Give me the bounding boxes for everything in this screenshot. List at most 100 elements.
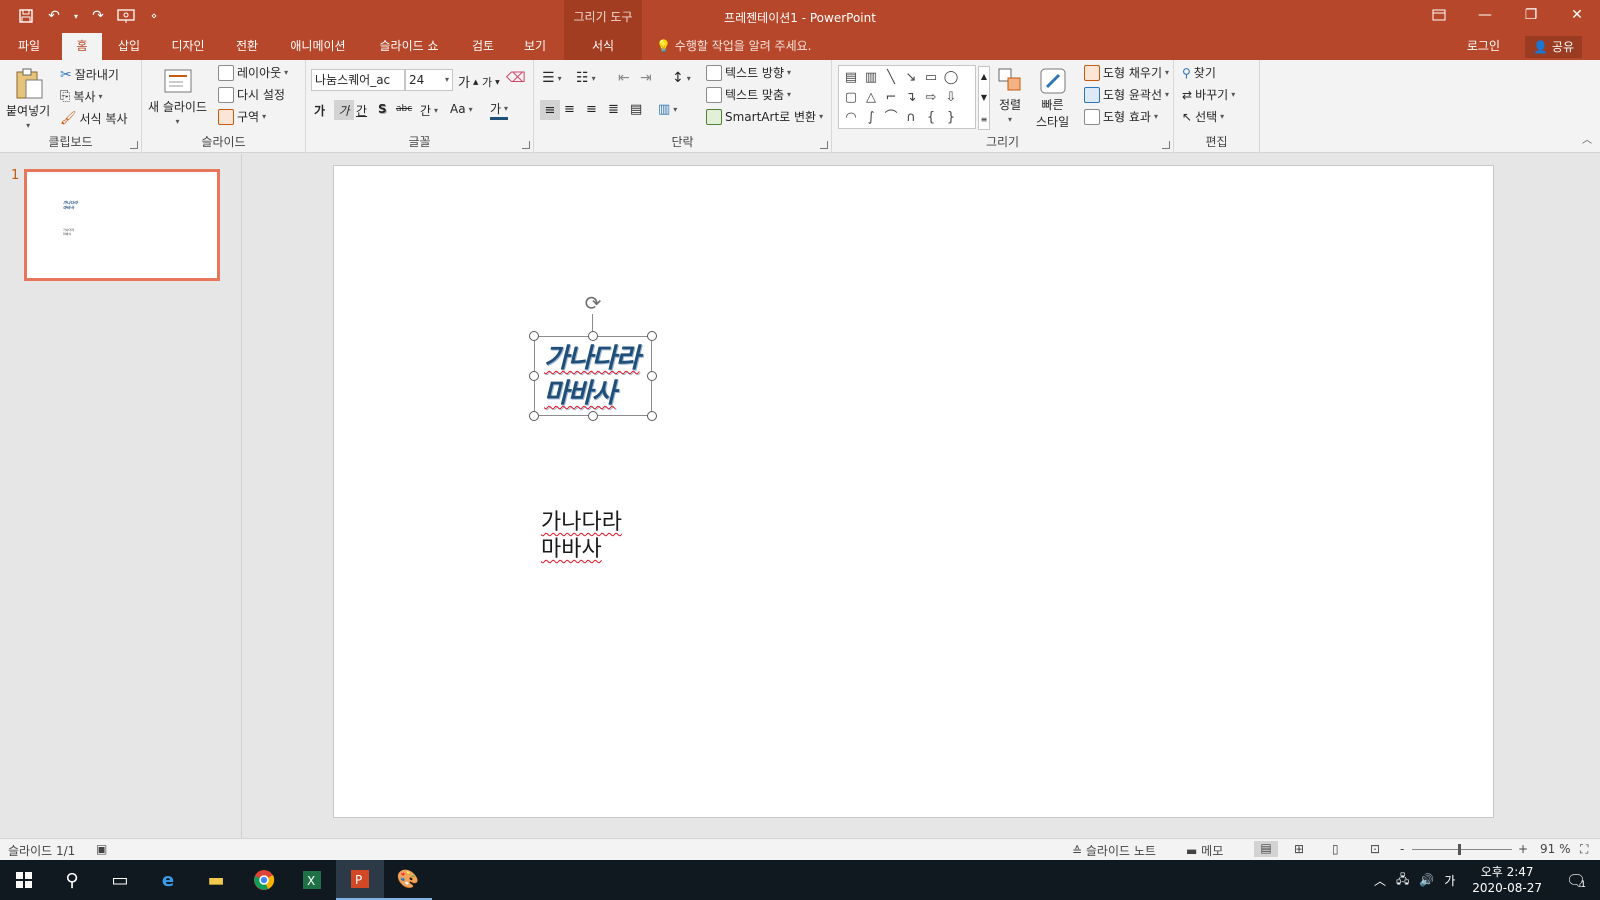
- ribbon-display-options-icon[interactable]: [1416, 0, 1462, 30]
- scribble-shape-icon[interactable]: ∫: [861, 108, 881, 128]
- zoom-level[interactable]: 91 %: [1540, 842, 1571, 856]
- cut-button[interactable]: ✂ 잘라내기: [60, 66, 119, 83]
- excel-icon[interactable]: X: [288, 860, 336, 900]
- reset-button[interactable]: 다시 설정: [218, 86, 285, 103]
- resize-handle-ne[interactable]: [647, 331, 657, 341]
- shape-effects-button[interactable]: 도형 효과 ▾: [1084, 108, 1158, 125]
- grow-font-button[interactable]: 가 ▲: [458, 72, 478, 91]
- resize-handle-sw[interactable]: [529, 411, 539, 421]
- align-right-icon[interactable]: ≡: [586, 102, 597, 117]
- line-spacing-icon[interactable]: ↕ ▾: [672, 70, 691, 86]
- change-case-button[interactable]: Aa ▾: [450, 102, 473, 116]
- tab-review[interactable]: 검토: [462, 33, 504, 60]
- tab-file[interactable]: 파일: [6, 33, 52, 60]
- tab-animations[interactable]: 애니메이션: [280, 33, 356, 60]
- normal-view-icon[interactable]: ▤: [1254, 841, 1278, 857]
- increase-indent-icon[interactable]: ⇥: [640, 70, 652, 86]
- shapes-gallery[interactable]: ▤ ▥ ╲ ↘ ▭ ◯ ▢ △ ⌐ ↴ ⇨ ⇩ ◠ ∫ ⌒ ∩ { }: [838, 65, 976, 129]
- slideshow-view-icon[interactable]: ⊡: [1370, 842, 1380, 856]
- close-icon[interactable]: ✕: [1554, 0, 1600, 30]
- volume-icon[interactable]: 🔊: [1419, 873, 1434, 887]
- align-left-icon[interactable]: ≡: [540, 100, 560, 120]
- strikethrough-button[interactable]: abc: [396, 104, 412, 114]
- notes-button[interactable]: ≙ 슬라이드 노트: [1072, 842, 1156, 859]
- select-button[interactable]: ↖ 선택 ▾: [1182, 108, 1224, 125]
- elbow-connector-shape-icon[interactable]: ⌐: [881, 88, 901, 108]
- line-shape-icon[interactable]: ╲: [881, 68, 901, 88]
- login-link[interactable]: 로그인: [1467, 33, 1500, 60]
- paragraph-launcher-icon[interactable]: [820, 141, 828, 149]
- resize-handle-se[interactable]: [647, 411, 657, 421]
- zoom-slider[interactable]: [1412, 849, 1512, 850]
- section-button[interactable]: 구역 ▾: [218, 108, 266, 125]
- taskbar-clock[interactable]: 오후 2:47 2020-08-27: [1472, 864, 1542, 896]
- restore-icon[interactable]: ❐: [1508, 0, 1554, 30]
- text-direction-button[interactable]: 텍스트 방향 ▾: [706, 64, 791, 81]
- replace-button[interactable]: ⇄ 바꾸기 ▾: [1182, 86, 1235, 103]
- textbox-shape-icon[interactable]: ▤: [841, 68, 861, 88]
- minimize-icon[interactable]: —: [1462, 0, 1508, 30]
- ime-indicator[interactable]: 가: [1444, 872, 1455, 889]
- rounded-rectangle-shape-icon[interactable]: ▢: [841, 88, 861, 108]
- arrow-line-shape-icon[interactable]: ↘: [901, 68, 921, 88]
- rectangle-shape-icon[interactable]: ▭: [921, 68, 941, 88]
- task-view-icon[interactable]: ▭: [96, 860, 144, 900]
- slide-canvas[interactable]: ⟳ 가나다라 마바사 가나다라 마바사: [333, 165, 1494, 818]
- paste-button[interactable]: 붙여넣기 ▾: [6, 66, 50, 130]
- zoom-slider-thumb[interactable]: [1458, 844, 1461, 855]
- bullets-icon[interactable]: ☰ ▾: [542, 70, 562, 86]
- align-center-icon[interactable]: ≡: [564, 102, 575, 117]
- shrink-font-button[interactable]: 가 ▼: [482, 74, 500, 90]
- resize-handle-w[interactable]: [529, 371, 539, 381]
- font-color-button[interactable]: 가 ▾: [490, 100, 509, 120]
- clipboard-launcher-icon[interactable]: [130, 141, 138, 149]
- internet-explorer-icon[interactable]: e: [144, 860, 192, 900]
- tab-transitions[interactable]: 전환: [226, 33, 268, 60]
- shapes-gallery-scroll[interactable]: ▲ ▼ ≡: [978, 66, 990, 130]
- font-name-combo[interactable]: 나눔스퀘어_ac: [311, 69, 405, 91]
- gallery-up-icon[interactable]: ▲: [981, 72, 987, 81]
- freeform-shape-icon[interactable]: ◠: [841, 108, 861, 128]
- italic-button[interactable]: 가: [334, 100, 354, 120]
- tab-slideshow[interactable]: 슬라이드 쇼: [368, 33, 450, 60]
- resize-handle-n[interactable]: [588, 331, 598, 341]
- styled-text[interactable]: 가나다라 마바사: [544, 341, 640, 411]
- gallery-more-icon[interactable]: ≡: [981, 115, 988, 124]
- drawing-launcher-icon[interactable]: [1162, 141, 1170, 149]
- fit-to-window-icon[interactable]: ⛶: [1580, 842, 1588, 857]
- align-text-button[interactable]: 텍스트 맞춤 ▾: [706, 86, 791, 103]
- char-spacing-button[interactable]: 간 ▾: [420, 102, 438, 119]
- elbow-arrow-shape-icon[interactable]: ↴: [901, 88, 921, 108]
- vertical-textbox-shape-icon[interactable]: ▥: [861, 68, 881, 88]
- tab-format[interactable]: 서식: [564, 33, 642, 60]
- tell-me-box[interactable]: 💡 수행할 작업을 알려 주세요.: [656, 33, 811, 60]
- shadow-button[interactable]: S: [378, 102, 387, 116]
- down-arrow-shape-icon[interactable]: ⇩: [941, 88, 961, 108]
- distributed-icon[interactable]: ▤: [630, 102, 642, 117]
- layout-button[interactable]: 레이아웃 ▾: [218, 64, 288, 81]
- slide-thumbnail[interactable]: 가나다라 마바사 가나다라 마바사: [24, 169, 220, 281]
- new-slide-button[interactable]: 새 슬라이드 ▾: [148, 66, 207, 126]
- selected-textbox[interactable]: 가나다라 마바사: [529, 331, 657, 421]
- clear-formatting-icon[interactable]: ⌫: [506, 70, 526, 86]
- tab-home[interactable]: 홈: [62, 33, 102, 60]
- tab-view[interactable]: 보기: [514, 33, 556, 60]
- columns-icon[interactable]: ▥ ▾: [658, 102, 677, 117]
- font-size-combo[interactable]: 24 ▾: [405, 69, 453, 91]
- right-arrow-shape-icon[interactable]: ⇨: [921, 88, 941, 108]
- bold-button[interactable]: 가: [314, 102, 325, 119]
- tray-expand-icon[interactable]: ︿: [1374, 872, 1386, 889]
- find-button[interactable]: ⚲ 찾기: [1182, 64, 1216, 81]
- paint-icon[interactable]: 🎨: [384, 860, 432, 900]
- decrease-indent-icon[interactable]: ⇤: [618, 70, 630, 86]
- chrome-icon[interactable]: [240, 860, 288, 900]
- tab-insert[interactable]: 삽입: [108, 33, 150, 60]
- search-icon[interactable]: ⚲: [48, 860, 96, 900]
- reading-view-icon[interactable]: ▯: [1332, 842, 1339, 856]
- copy-button[interactable]: ⎘ 복사 ▾: [60, 88, 103, 105]
- comments-button[interactable]: ▬ 메모: [1186, 842, 1223, 859]
- windows-start-icon[interactable]: [0, 860, 48, 900]
- shape-outline-button[interactable]: 도형 윤곽선 ▾: [1084, 86, 1169, 103]
- oval-shape-icon[interactable]: ◯: [941, 68, 961, 88]
- gallery-down-icon[interactable]: ▼: [981, 93, 987, 102]
